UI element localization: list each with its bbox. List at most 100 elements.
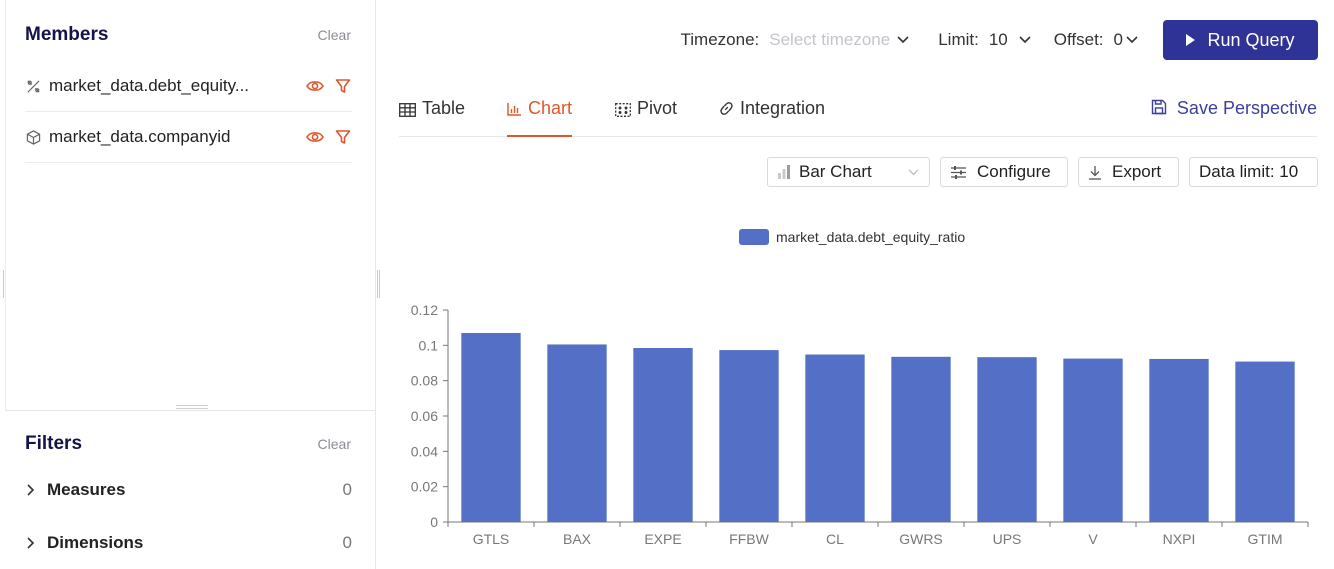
y-tick-label: 0.1: [419, 337, 439, 353]
bar: [633, 347, 693, 522]
view-tabs: Table Chart Pivot Integration Save Persp…: [399, 90, 1317, 137]
filter-count: 0: [342, 480, 352, 499]
legend-label: market_data.debt_equity_ratio: [776, 229, 965, 245]
tab-label: Chart: [528, 98, 573, 118]
limit-value: 10: [988, 30, 1008, 49]
y-tick-label: 0.12: [411, 302, 438, 318]
filter-icon[interactable]: [334, 77, 352, 95]
data-limit-label: Data limit: 10: [1199, 162, 1299, 181]
limit-select[interactable]: 10: [989, 30, 1032, 50]
y-tick-label: 0.06: [411, 408, 438, 424]
filter-label: Measures: [47, 480, 126, 499]
timezone-placeholder: Select timezone: [769, 30, 891, 49]
eye-icon[interactable]: [306, 128, 324, 146]
run-query-button[interactable]: Run Query: [1163, 20, 1318, 60]
export-button[interactable]: Export: [1078, 157, 1179, 187]
y-tick-label: 0: [430, 514, 438, 530]
tab-pivot[interactable]: Pivot: [615, 98, 677, 137]
chart-type-select[interactable]: Bar Chart: [767, 157, 930, 187]
data-limit-button[interactable]: Data limit: 10: [1189, 157, 1318, 187]
sidebar-edge: [5, 0, 6, 410]
offset-label: Offset:: [1053, 30, 1104, 49]
filter-icon[interactable]: [334, 128, 352, 146]
filters-title: Filters: [25, 433, 83, 454]
bar-chart-icon: [507, 100, 522, 121]
y-tick-label: 0.02: [411, 479, 438, 495]
members-title: Members: [25, 24, 109, 45]
x-tick-label: GTIM: [1248, 531, 1283, 547]
query-toolbar: Timezone: Select timezone Limit: 10 Offs…: [681, 20, 1318, 60]
bar: [805, 354, 865, 522]
member-actions: [306, 128, 352, 146]
resize-handle[interactable]: [176, 405, 208, 409]
tab-chart[interactable]: Chart: [507, 98, 573, 137]
legend-swatch: [739, 229, 769, 245]
chevron-right-icon: [25, 483, 41, 497]
timezone-label: Timezone:: [680, 30, 760, 49]
offset-select[interactable]: 0: [1114, 30, 1139, 50]
bar-chart-icon: [777, 165, 791, 179]
configure-label: Configure: [977, 162, 1051, 181]
x-tick-label: BAX: [563, 531, 592, 547]
members-clear-button[interactable]: Clear: [318, 27, 351, 43]
save-icon: [1151, 99, 1167, 120]
filters-header: Filters Clear: [25, 433, 351, 455]
cube-icon: [25, 129, 41, 145]
measure-icon: [25, 78, 41, 94]
tab-label: Integration: [740, 98, 826, 118]
timezone-select[interactable]: Select timezone: [769, 30, 910, 50]
bar: [1063, 358, 1123, 522]
bar: [891, 356, 951, 522]
x-tick-label: UPS: [993, 531, 1022, 547]
member-label: market_data.debt_equity...: [49, 76, 250, 95]
bar: [547, 344, 607, 522]
chart-type-label: Bar Chart: [799, 162, 872, 181]
members-header: Members Clear: [25, 24, 351, 46]
export-label: Export: [1112, 162, 1162, 181]
configure-button[interactable]: Configure: [940, 157, 1068, 187]
play-icon: [1186, 30, 1196, 51]
tab-label: Table: [422, 98, 466, 118]
chevron-down-icon: [896, 35, 910, 45]
download-icon: [1088, 165, 1102, 180]
eye-icon[interactable]: [306, 77, 324, 95]
bar: [977, 357, 1037, 522]
x-tick-label: GWRS: [899, 531, 943, 547]
x-tick-label: EXPE: [644, 531, 681, 547]
tab-integration[interactable]: Integration: [719, 98, 825, 137]
chevron-right-icon: [25, 536, 41, 550]
save-perspective-label: Save Perspective: [1176, 98, 1317, 118]
bar: [1149, 358, 1209, 522]
offset-value: 0: [1113, 30, 1123, 49]
chevron-down-icon: [1125, 35, 1139, 45]
save-perspective-button[interactable]: Save Perspective: [1151, 98, 1317, 120]
x-tick-label: V: [1088, 531, 1098, 547]
x-tick-label: GTLS: [473, 531, 510, 547]
tab-label: Pivot: [637, 98, 678, 118]
member-actions: [306, 77, 352, 95]
panel-divider: [5, 410, 375, 411]
filter-count: 0: [342, 533, 352, 552]
x-tick-label: FFBW: [729, 531, 769, 547]
y-tick-label: 0.08: [411, 373, 438, 389]
limit-label: Limit:: [938, 30, 979, 49]
member-item[interactable]: market_data.debt_equity...: [25, 61, 352, 112]
pivot-icon: [615, 101, 631, 122]
sidebar: Members Clear market_data.debt_equity...…: [0, 0, 376, 569]
tab-table[interactable]: Table: [399, 98, 465, 137]
table-icon: [399, 101, 416, 122]
run-query-label: Run Query: [1207, 29, 1295, 50]
chevron-down-icon: [907, 168, 920, 177]
bar: [719, 350, 779, 522]
filters-clear-button[interactable]: Clear: [318, 436, 351, 452]
sidebar-grip[interactable]: [3, 270, 5, 298]
filter-dimensions[interactable]: Dimensions 0: [25, 533, 352, 553]
y-tick-label: 0.04: [411, 443, 438, 459]
filter-measures[interactable]: Measures 0: [25, 480, 352, 500]
member-item[interactable]: market_data.companyid: [25, 112, 352, 163]
member-label: market_data.companyid: [49, 127, 231, 146]
sliders-icon: [950, 165, 967, 180]
chevron-down-icon: [1018, 35, 1032, 45]
link-icon: [719, 100, 734, 121]
bar-chart: market_data.debt_equity_ratio 0 0.02 0.04 0.…: [411, 229, 1309, 547]
